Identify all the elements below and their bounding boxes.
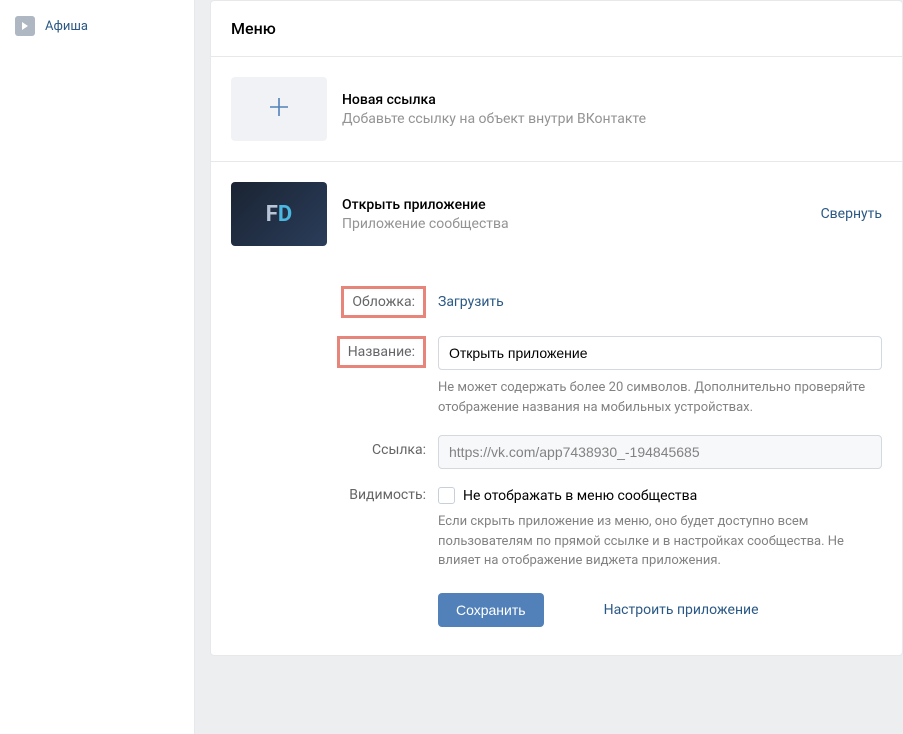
play-icon bbox=[15, 16, 35, 36]
plus-icon bbox=[266, 94, 292, 124]
cover-value-col: Загрузить bbox=[438, 286, 882, 310]
new-link-item[interactable]: Новая ссылка Добавьте ссылку на объект в… bbox=[211, 57, 902, 162]
menu-panel: Меню Новая ссылка Добавьте ссылку на объ… bbox=[210, 0, 903, 656]
cover-row: Обложка: Загрузить bbox=[231, 286, 882, 318]
cover-label-col: Обложка: bbox=[231, 286, 426, 318]
visibility-label: Видимость: bbox=[231, 487, 426, 503]
configure-app-link[interactable]: Настроить приложение bbox=[604, 602, 759, 618]
new-link-thumb bbox=[231, 77, 327, 141]
visibility-checkbox[interactable] bbox=[438, 487, 455, 504]
name-label-col: Название: bbox=[231, 336, 426, 368]
panel-title: Меню bbox=[211, 1, 902, 57]
name-input[interactable] bbox=[438, 336, 882, 370]
app-item-content: Открыть приложение Приложение сообщества bbox=[342, 182, 806, 246]
new-link-title: Новая ссылка bbox=[342, 92, 882, 108]
collapse-action[interactable]: Свернуть bbox=[821, 206, 882, 222]
upload-cover-link[interactable]: Загрузить bbox=[438, 286, 504, 310]
link-label: Ссылка: bbox=[231, 435, 426, 458]
form-section: Обложка: Загрузить Название: Не может со… bbox=[211, 266, 902, 655]
new-link-subtitle: Добавьте ссылку на объект внутри ВКонтак… bbox=[342, 111, 882, 127]
save-button[interactable]: Сохранить bbox=[438, 593, 544, 627]
cover-label: Обложка: bbox=[341, 286, 426, 318]
main-content: Меню Новая ссылка Добавьте ссылку на объ… bbox=[210, 0, 903, 734]
visibility-checkbox-label: Не отображать в меню сообщества bbox=[463, 488, 697, 504]
app-thumb: FD bbox=[231, 182, 327, 246]
name-value-col: Не может содержать более 20 символов. До… bbox=[438, 336, 882, 417]
sidebar: Афиша bbox=[0, 0, 195, 734]
link-value-col bbox=[438, 435, 882, 469]
app-item: FD Открыть приложение Приложение сообщес… bbox=[211, 162, 902, 266]
name-label: Название: bbox=[337, 336, 426, 368]
visibility-help-text: Если скрыть приложение из меню, оно буде… bbox=[438, 512, 882, 571]
app-logo: FD bbox=[266, 202, 292, 227]
new-link-content: Новая ссылка Добавьте ссылку на объект в… bbox=[342, 77, 882, 141]
visibility-value-col: Не отображать в меню сообщества Если скр… bbox=[438, 487, 882, 627]
app-item-subtitle: Приложение сообщества bbox=[342, 216, 806, 232]
link-row: Ссылка: bbox=[231, 435, 882, 469]
link-input bbox=[438, 435, 882, 469]
sidebar-item-afisha[interactable]: Афиша bbox=[0, 10, 194, 42]
button-row: Сохранить Настроить приложение bbox=[438, 593, 882, 627]
sidebar-item-label: Афиша bbox=[45, 19, 88, 34]
visibility-checkbox-row: Не отображать в меню сообщества bbox=[438, 487, 882, 504]
visibility-row: Видимость: Не отображать в меню сообщест… bbox=[231, 487, 882, 627]
app-item-title: Открыть приложение bbox=[342, 197, 806, 213]
name-help-text: Не может содержать более 20 символов. До… bbox=[438, 378, 882, 417]
name-row: Название: Не может содержать более 20 си… bbox=[231, 336, 882, 417]
